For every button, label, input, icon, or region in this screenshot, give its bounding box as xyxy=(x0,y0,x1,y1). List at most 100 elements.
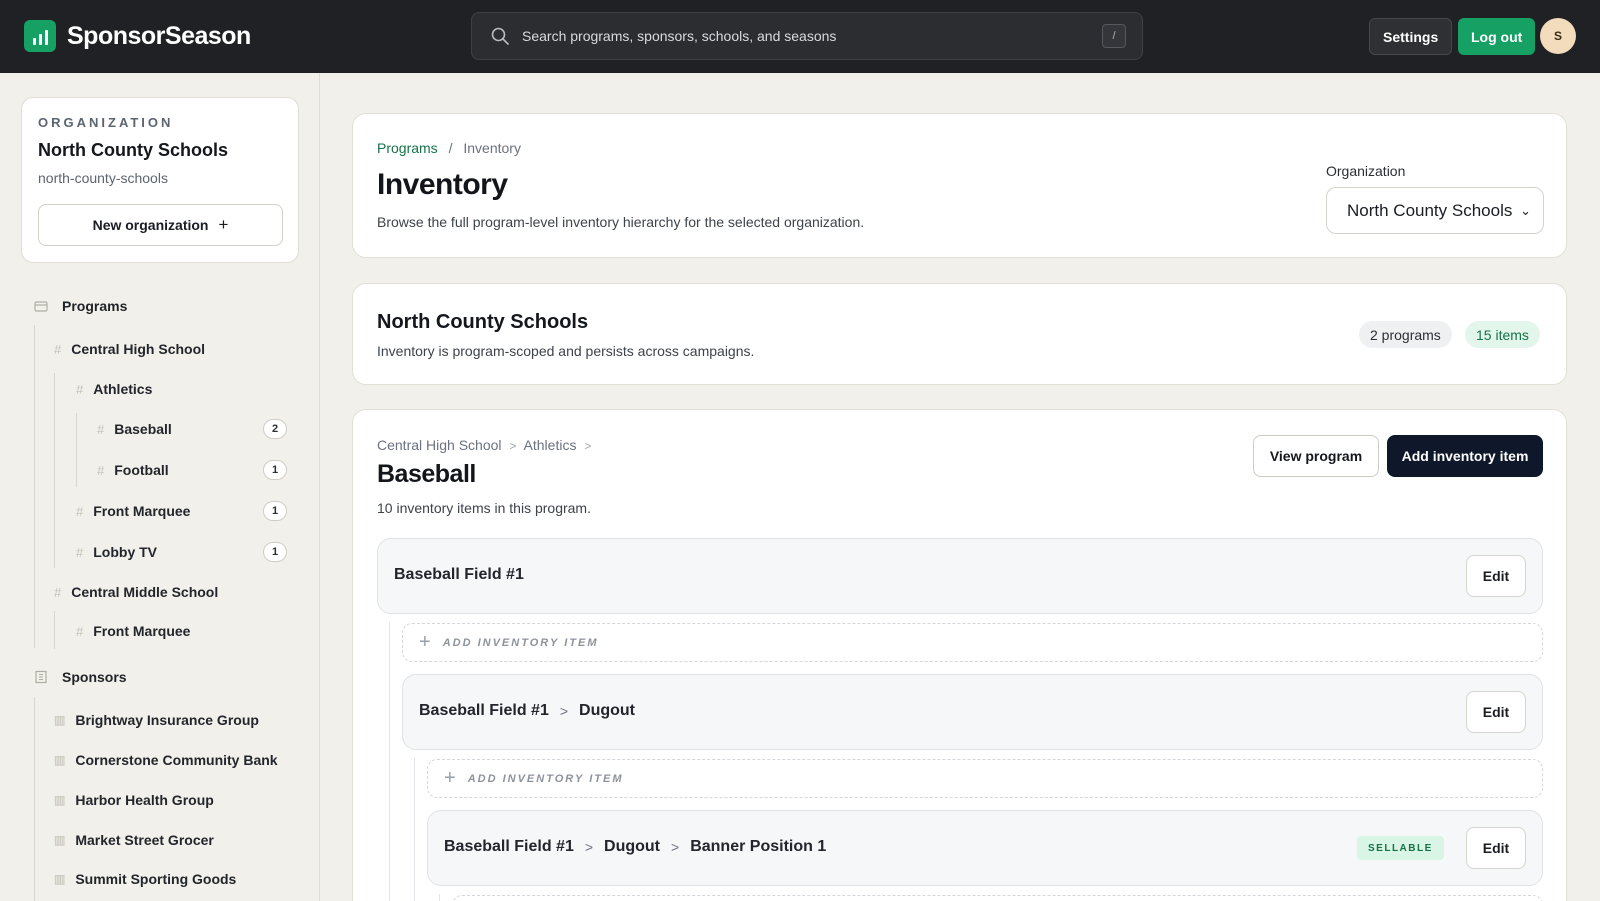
sidebar-item-lobby-tv[interactable]: # Lobby TV xyxy=(76,544,157,560)
inventory-node: Baseball Field #1 > Dugout Edit xyxy=(402,674,1543,750)
add-inventory-item-row[interactable]: + ADD INVENTORY ITEM xyxy=(427,759,1543,798)
hash-icon: # xyxy=(76,544,84,560)
program-title: Baseball xyxy=(377,460,476,488)
program-path: Central High School > Athletics > xyxy=(377,437,592,453)
sidebar-item-label: Central High School xyxy=(71,341,206,357)
organization-select-label: Organization xyxy=(1326,163,1406,179)
sidebar-item-central-high-school[interactable]: # Central High School xyxy=(54,341,205,357)
organization-summary-card: North County Schools Inventory is progra… xyxy=(352,283,1567,385)
sidebar-item-athletics[interactable]: # Athletics xyxy=(76,381,152,397)
edit-button[interactable]: Edit xyxy=(1466,827,1526,869)
brand-logo-icon xyxy=(24,20,56,52)
sidebar-item-label: Central Middle School xyxy=(71,584,219,600)
hash-icon: # xyxy=(97,462,105,478)
breadcrumb-link-programs[interactable]: Programs xyxy=(377,140,438,156)
sidebar-item-baseball[interactable]: # Baseball xyxy=(97,421,172,437)
add-inventory-item-row[interactable] xyxy=(452,895,1543,901)
settings-button[interactable]: Settings xyxy=(1369,18,1453,55)
edit-button[interactable]: Edit xyxy=(1466,555,1526,597)
view-program-button[interactable]: View program xyxy=(1253,435,1379,477)
brand-name: SponsorSeason xyxy=(67,21,251,50)
sidebar-item-label: Cornerstone Community Bank xyxy=(75,752,278,768)
sidebar-section-programs[interactable]: Programs xyxy=(34,298,127,314)
programs-count-badge: 2 programs xyxy=(1359,321,1452,348)
page-title: Inventory xyxy=(377,168,508,201)
edit-button[interactable]: Edit xyxy=(1466,691,1526,733)
organization-name: North County Schools xyxy=(38,140,228,160)
page-subtitle: Browse the full program-level inventory … xyxy=(377,214,865,230)
building-icon: ▥ xyxy=(54,713,66,727)
program-path-school[interactable]: Central High School xyxy=(377,437,502,453)
search-input[interactable]: Search programs, sponsors, schools, and … xyxy=(471,12,1143,60)
sidebar-item-sponsor[interactable]: ▥ Market Street Grocer xyxy=(54,832,214,848)
organization-eyebrow: ORGANIZATION xyxy=(38,115,174,130)
sidebar-item-label: Brightway Insurance Group xyxy=(75,712,259,728)
count-badge: 1 xyxy=(263,460,287,480)
sidebar-item-front-marquee[interactable]: # Front Marquee xyxy=(76,503,190,519)
sidebar-item-label: Baseball xyxy=(114,421,172,437)
add-inventory-item-label: ADD INVENTORY ITEM xyxy=(442,636,599,649)
sellable-badge: SELLABLE xyxy=(1357,836,1444,860)
organization-select[interactable]: North County Schools ⌄ xyxy=(1326,187,1544,234)
program-path-group[interactable]: Athletics xyxy=(524,437,577,453)
sidebar-item-label: Summit Sporting Goods xyxy=(75,871,237,887)
summary-title: North County Schools xyxy=(377,311,589,333)
page-header-card: Programs / Inventory Inventory Browse th… xyxy=(352,113,1567,258)
top-bar: SponsorSeason Search programs, sponsors,… xyxy=(0,0,1600,73)
hash-icon: # xyxy=(54,584,62,600)
sidebar-item-label: Football xyxy=(114,462,169,478)
folder-icon xyxy=(34,301,48,312)
organization-slug: north-county-schools xyxy=(38,170,168,186)
hash-icon: # xyxy=(76,381,84,397)
avatar[interactable]: S xyxy=(1540,18,1576,54)
program-inventory-card: Central High School > Athletics > Baseba… xyxy=(352,409,1567,901)
sidebar-item-label: Athletics xyxy=(93,381,153,397)
sidebar-item-central-middle-school[interactable]: # Central Middle School xyxy=(54,584,218,600)
building-icon xyxy=(35,670,47,684)
organization-card: ORGANIZATION North County Schools north-… xyxy=(21,97,299,263)
new-organization-button[interactable]: New organization + xyxy=(38,204,283,246)
breadcrumb-separator: / xyxy=(448,140,453,156)
sidebar: ORGANIZATION North County Schools north-… xyxy=(0,73,320,901)
count-badge: 1 xyxy=(263,501,287,521)
summary-description: Inventory is program-scoped and persists… xyxy=(377,343,755,359)
plus-icon: + xyxy=(419,631,431,653)
hash-icon: # xyxy=(54,341,62,357)
inventory-node: Baseball Field #1 Edit xyxy=(377,538,1543,614)
sidebar-item-label: Front Marquee xyxy=(93,503,191,519)
building-icon: ▥ xyxy=(54,753,66,767)
inventory-node-title: Baseball Field #1 xyxy=(394,566,524,583)
sidebar-section-label: Sponsors xyxy=(62,669,127,685)
inventory-node-title: Baseball Field #1 > Dugout xyxy=(419,702,636,719)
add-inventory-item-label: ADD INVENTORY ITEM xyxy=(467,772,624,785)
add-inventory-item-row[interactable]: + ADD INVENTORY ITEM xyxy=(402,623,1543,662)
sidebar-item-sponsor[interactable]: ▥ Cornerstone Community Bank xyxy=(54,752,278,768)
organization-select-value: North County Schools xyxy=(1347,200,1513,220)
hash-icon: # xyxy=(97,421,105,437)
sidebar-section-label: Programs xyxy=(62,298,128,314)
sidebar-item-sponsor[interactable]: ▥ Summit Sporting Goods xyxy=(54,871,236,887)
sidebar-item-label: Front Marquee xyxy=(93,623,191,639)
program-item-count: 10 inventory items in this program. xyxy=(377,500,591,516)
search-placeholder: Search programs, sponsors, schools, and … xyxy=(522,28,837,44)
sidebar-item-label: Market Street Grocer xyxy=(75,832,214,848)
add-inventory-item-button[interactable]: Add inventory item xyxy=(1387,435,1543,477)
sidebar-item-sponsor[interactable]: ▥ Harbor Health Group xyxy=(54,792,214,808)
sidebar-item-sponsor[interactable]: ▥ Brightway Insurance Group xyxy=(54,712,259,728)
building-icon: ▥ xyxy=(54,872,66,886)
hash-icon: # xyxy=(76,503,84,519)
plus-icon: + xyxy=(444,767,456,789)
brand[interactable]: SponsorSeason xyxy=(24,20,251,52)
logout-button[interactable]: Log out xyxy=(1458,18,1536,55)
building-icon: ▥ xyxy=(54,833,66,847)
sidebar-item-football[interactable]: # Football xyxy=(97,462,169,478)
inventory-node: Baseball Field #1 > Dugout > Banner Posi… xyxy=(427,810,1543,886)
search-shortcut-key: / xyxy=(1102,24,1126,48)
sidebar-section-sponsors[interactable]: Sponsors xyxy=(34,669,127,685)
count-badge: 2 xyxy=(263,419,287,439)
hash-icon: # xyxy=(76,623,84,639)
chevron-down-icon: ⌄ xyxy=(1520,203,1531,218)
sidebar-item-front-marquee-middle[interactable]: # Front Marquee xyxy=(76,623,190,639)
new-organization-label: New organization xyxy=(92,217,209,233)
breadcrumb: Programs / Inventory xyxy=(377,140,521,156)
